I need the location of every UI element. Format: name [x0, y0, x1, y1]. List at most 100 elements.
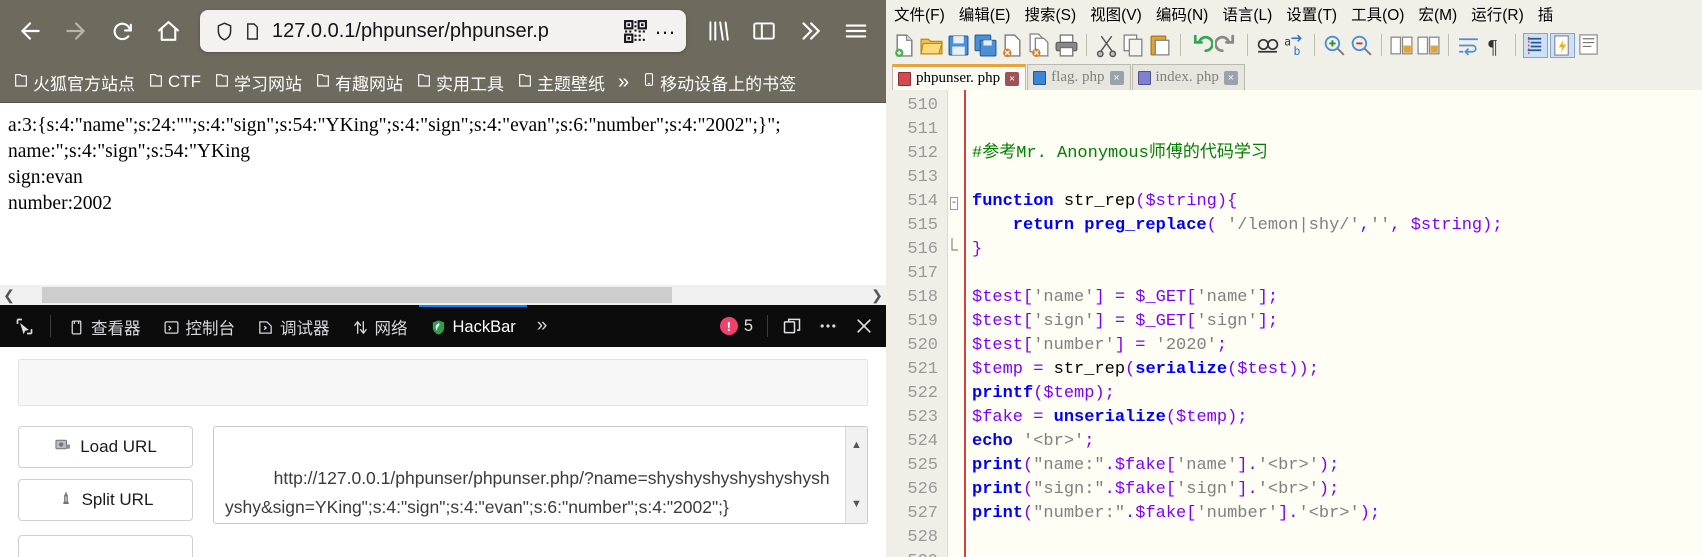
page-actions-menu-icon[interactable]: …: [650, 16, 680, 46]
fold-marker[interactable]: -: [948, 190, 964, 214]
document-map-icon[interactable]: [1577, 33, 1602, 58]
save-icon[interactable]: [946, 33, 971, 58]
mobile-bookmarks-item[interactable]: 移动设备上的书签: [637, 68, 801, 97]
devtools-tab-5[interactable]: HackBar: [418, 305, 527, 347]
devtools-tab-4[interactable]: 网络: [341, 305, 419, 347]
undo-icon[interactable]: [1188, 33, 1214, 58]
split-url-button[interactable]: Split URL: [18, 479, 193, 521]
fold-toggle-icon[interactable]: -: [950, 197, 959, 210]
code-token: ].: [1278, 504, 1299, 523]
paste-icon[interactable]: [1148, 33, 1173, 58]
scroll-up-arrow[interactable]: ▲: [851, 431, 862, 460]
menu-item[interactable]: 语言(L): [1222, 3, 1272, 25]
shield-icon[interactable]: [210, 17, 238, 45]
reload-button[interactable]: [100, 9, 144, 53]
url-textarea[interactable]: http://127.0.0.1/phpunser/phpunser.php/?…: [213, 426, 868, 524]
close-tab-icon[interactable]: ×: [1109, 70, 1124, 85]
open-file-icon[interactable]: [919, 33, 944, 58]
word-wrap-icon[interactable]: [1456, 33, 1481, 58]
editor-tab-1[interactable]: phpunser. php ×: [892, 64, 1027, 90]
resize-grip[interactable]: [851, 508, 865, 522]
code-folding-column[interactable]: -: [948, 90, 966, 557]
toolbar-overflow-icon[interactable]: [788, 9, 832, 53]
sidebar-icon[interactable]: [742, 9, 786, 53]
close-devtools-icon[interactable]: [846, 308, 882, 344]
app-menu-icon[interactable]: [834, 9, 878, 53]
hackbar-toolbar-strip[interactable]: [18, 359, 868, 406]
show-all-characters-icon[interactable]: ¶: [1483, 33, 1508, 58]
editor-tab-2[interactable]: flag. php ×: [1027, 64, 1131, 90]
close-all-files-icon[interactable]: [1027, 32, 1052, 58]
code-token: ].: [1237, 456, 1258, 475]
sync-vertical-icon[interactable]: [1389, 33, 1414, 58]
cut-icon[interactable]: [1094, 33, 1119, 58]
scroll-right-arrow[interactable]: ❯: [868, 287, 886, 304]
menu-item[interactable]: 编辑(E): [959, 3, 1011, 25]
devtools-tab-2[interactable]: 控制台: [152, 305, 247, 347]
zoom-in-icon[interactable]: [1322, 33, 1347, 58]
back-button[interactable]: [8, 9, 52, 53]
new-file-icon[interactable]: [892, 33, 917, 58]
bookmark-item[interactable]: 实用工具: [411, 68, 509, 97]
devtools-meatball-menu-icon[interactable]: [810, 308, 846, 344]
qr-code-icon[interactable]: [620, 16, 650, 46]
menu-item[interactable]: 文件(F): [894, 3, 945, 25]
zoom-out-icon[interactable]: [1349, 33, 1374, 58]
home-button[interactable]: [146, 9, 190, 53]
bookmark-item[interactable]: 学习网站: [209, 68, 307, 97]
save-all-icon[interactable]: [973, 33, 998, 58]
devtools-tab-3[interactable]: 调试器: [246, 305, 341, 347]
load-url-button[interactable]: Load URL: [18, 426, 193, 468]
devtools-overflow-icon[interactable]: »: [527, 315, 558, 337]
scrollbar-track[interactable]: [18, 287, 868, 303]
find-icon[interactable]: [1255, 33, 1280, 58]
element-picker-icon[interactable]: [4, 306, 44, 346]
bookmark-item[interactable]: 主题壁纸: [512, 68, 610, 97]
address-bar[interactable]: 127.0.0.1/phpunser/phpunser.p …: [200, 10, 686, 52]
devtools-tab-1[interactable]: 查看器: [57, 305, 152, 347]
menu-item[interactable]: 设置(T): [1286, 3, 1337, 25]
menu-item[interactable]: 视图(V): [1090, 3, 1142, 25]
user-defined-language-icon[interactable]: [1550, 32, 1575, 58]
bookmark-item[interactable]: 有趣网站: [310, 68, 408, 97]
scroll-left-arrow[interactable]: ❮: [0, 287, 18, 304]
bookmarks-overflow-icon[interactable]: »: [613, 69, 634, 96]
scrollbar-thumb[interactable]: [42, 287, 672, 303]
line-number: 522: [907, 384, 938, 403]
sync-horizontal-icon[interactable]: [1416, 33, 1441, 58]
library-icon[interactable]: [696, 9, 740, 53]
editor-tab-3[interactable]: index. php ×: [1131, 64, 1245, 90]
close-tab-icon[interactable]: ×: [1005, 71, 1020, 86]
forward-button[interactable]: [54, 9, 98, 53]
responsive-design-mode-icon[interactable]: [774, 308, 810, 344]
line-number: 527: [907, 504, 938, 523]
error-count-badge[interactable]: ! 5: [719, 317, 761, 336]
execute-button[interactable]: [18, 535, 193, 557]
redo-icon[interactable]: [1214, 33, 1240, 58]
code-line: $temp = str_rep(serialize($test));: [972, 358, 1702, 382]
menu-item[interactable]: 编码(N): [1156, 3, 1209, 25]
menu-item[interactable]: 插: [1538, 3, 1554, 25]
bookmark-item[interactable]: 火狐官方站点: [8, 68, 140, 97]
bookmark-item[interactable]: CTF: [143, 70, 206, 95]
copy-icon[interactable]: [1121, 33, 1146, 58]
url-text[interactable]: 127.0.0.1/phpunser/phpunser.p: [266, 20, 620, 43]
code-editor[interactable]: 510 511 512 513 514 515 516 517 518 519 520 521 522 5…: [886, 90, 1702, 557]
menu-item[interactable]: 搜索(S): [1024, 3, 1076, 25]
code-text-area[interactable]: #参考Mr. Anonymous师傅的代码学习 function str_rep(…: [966, 90, 1702, 557]
code-token: );: [1227, 408, 1248, 427]
menu-item[interactable]: 工具(O): [1351, 3, 1404, 25]
load-url-icon: [54, 436, 72, 458]
indent-guide-icon[interactable]: [1523, 32, 1548, 58]
code-token: print: [972, 456, 1024, 475]
page-icon[interactable]: [238, 17, 266, 45]
close-tab-icon[interactable]: ×: [1223, 70, 1238, 85]
page-horizontal-scrollbar[interactable]: ❮ ❯: [0, 285, 886, 305]
replace-icon[interactable]: ab: [1282, 33, 1307, 58]
close-file-icon[interactable]: [1000, 33, 1025, 58]
code-token: ,: [1390, 216, 1411, 235]
print-icon[interactable]: [1054, 33, 1079, 58]
menu-item[interactable]: 运行(R): [1471, 3, 1524, 25]
code-token: "number:": [1033, 504, 1126, 523]
menu-item[interactable]: 宏(M): [1418, 3, 1457, 25]
